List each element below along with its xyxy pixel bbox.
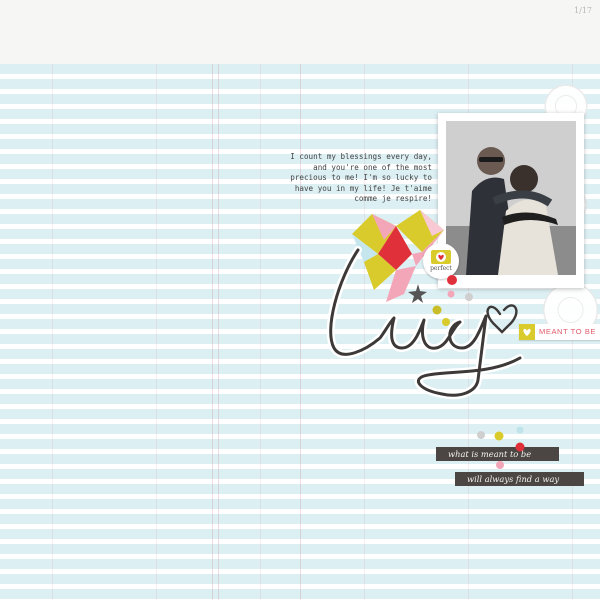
top-paper-band xyxy=(0,0,600,65)
word-strip: what is meant to be xyxy=(436,447,559,461)
heart-icon xyxy=(523,328,531,336)
woman-head xyxy=(510,165,538,193)
ledger-rule xyxy=(218,64,219,600)
tag-heart-box xyxy=(519,324,535,340)
ledger-rule xyxy=(212,64,213,600)
heart-shape xyxy=(523,328,531,336)
sticker-label: perfect xyxy=(430,265,452,272)
sunglasses-icon xyxy=(479,157,503,162)
scrapbook-page: 1/17 I count my blessings every day, and… xyxy=(0,0,600,600)
page-number: 1/17 xyxy=(574,6,592,15)
heart-icon xyxy=(486,304,518,334)
meant-to-be-tag[interactable]: MEANT TO BE xyxy=(519,324,600,340)
word-strip: will always find a way xyxy=(455,472,584,486)
camera-heart-icon xyxy=(431,250,451,264)
ledger-rule xyxy=(300,64,301,600)
journaling-text: I count my blessings every day, and you'… xyxy=(290,152,432,203)
perfect-camera-sticker[interactable]: perfect xyxy=(423,243,459,279)
tag-text: MEANT TO BE xyxy=(539,327,597,336)
